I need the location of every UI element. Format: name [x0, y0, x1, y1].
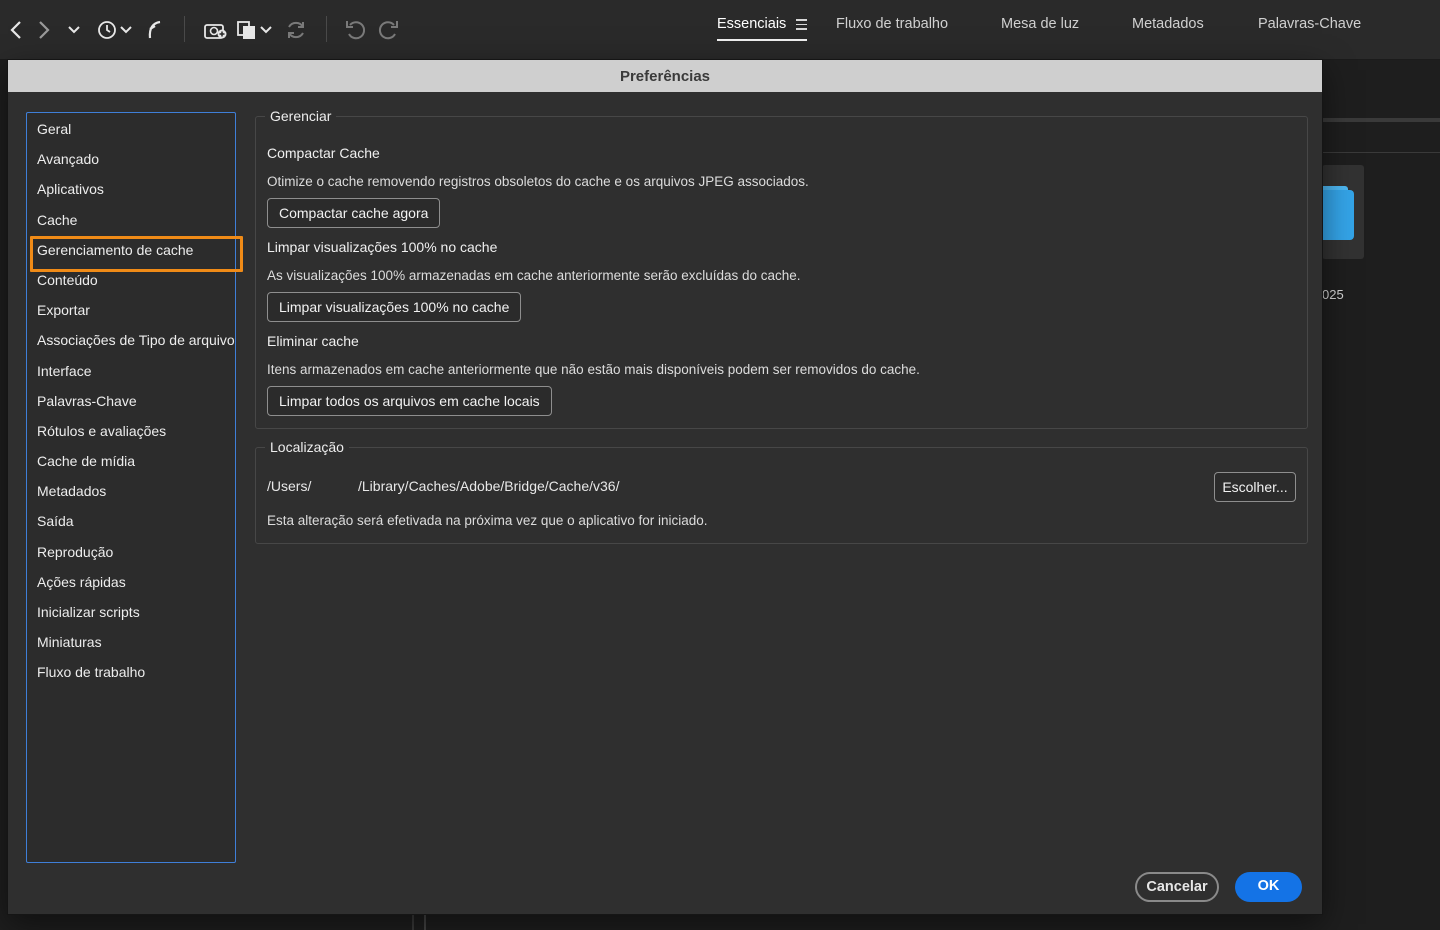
back-icon[interactable]: [6, 16, 26, 44]
redo-icon[interactable]: [376, 16, 400, 44]
category-item-thumbnails[interactable]: Miniaturas: [27, 627, 235, 657]
purge-cache-title: Eliminar cache: [267, 333, 359, 349]
cancel-button[interactable]: Cancelar: [1135, 872, 1219, 902]
background-panel-divider: [412, 914, 414, 930]
purge-local-cache-button[interactable]: Limpar todos os arquivos em cache locais: [267, 386, 552, 416]
purge-cache-description: Itens armazenados em cache anteriormente…: [267, 362, 920, 377]
chevron-down-icon[interactable]: [66, 16, 82, 44]
toolbar-divider: [184, 16, 185, 42]
category-item-cache-management[interactable]: Gerenciamento de cache: [27, 235, 243, 272]
undo-icon[interactable]: [344, 16, 368, 44]
background-panel-divider: [424, 914, 426, 930]
background-folder-icon: [1322, 190, 1354, 240]
workspace-menu-icon[interactable]: [796, 19, 807, 31]
toolbar-divider: [326, 16, 327, 42]
dialog-titlebar[interactable]: Preferências: [8, 60, 1322, 92]
compact-cache-title: Compactar Cache: [267, 145, 380, 161]
forward-icon[interactable]: [34, 16, 54, 44]
compact-cache-button[interactable]: Compactar cache agora: [267, 198, 441, 228]
manage-group-legend: Gerenciar: [265, 106, 337, 126]
category-item-file-type-associations[interactable]: Associações de Tipo de arquivo: [27, 325, 235, 355]
manage-group: Gerenciar Compactar Cache Otimize o cach…: [255, 106, 1308, 429]
recent-history-icon[interactable]: [95, 16, 135, 44]
category-item-media-cache[interactable]: Cache de mídia: [27, 446, 235, 476]
category-list: Geral Avançado Aplicativos Cache Gerenci…: [26, 112, 243, 863]
location-change-note: Esta alteração será efetivada na próxima…: [267, 513, 708, 528]
camera-import-icon[interactable]: [203, 16, 229, 44]
category-item-advanced[interactable]: Avançado: [27, 144, 235, 174]
background-folder-label: 025: [1322, 287, 1344, 302]
category-item-workflow[interactable]: Fluxo de trabalho: [27, 657, 235, 687]
cache-path: /Library/Caches/Adobe/Bridge/Cache/v36/: [358, 478, 620, 494]
active-workspace-underline: [717, 39, 807, 41]
location-group: Localização /Users/ /Library/Caches/Adob…: [255, 437, 1308, 544]
category-item-output[interactable]: Saída: [27, 506, 235, 536]
dialog-title: Preferências: [619, 67, 711, 85]
clear-100-previews-button[interactable]: Limpar visualizações 100% no cache: [267, 292, 522, 322]
category-item-metadata[interactable]: Metadados: [27, 476, 235, 506]
category-item-cache[interactable]: Cache: [27, 205, 235, 235]
boomerang-icon[interactable]: [145, 16, 165, 44]
workspace-tab-metadata[interactable]: Metadados: [1132, 16, 1204, 40]
app-toolbar: Essenciais Fluxo de trabalho Mesa de luz…: [0, 0, 1440, 60]
category-item-content[interactable]: Conteúdo: [27, 265, 235, 295]
ok-button[interactable]: OK: [1235, 872, 1302, 902]
category-item-keywords[interactable]: Palavras-Chave: [27, 386, 235, 416]
category-item-general[interactable]: Geral: [27, 114, 235, 144]
workspace-tab-keywords[interactable]: Palavras-Chave: [1258, 16, 1361, 40]
copy-icon[interactable]: [236, 16, 276, 44]
cache-path-prefix: /Users/: [267, 478, 312, 494]
category-item-export[interactable]: Exportar: [27, 295, 235, 325]
category-item-quick-actions[interactable]: Ações rápidas: [27, 567, 235, 597]
background-panel-divider: [1322, 152, 1440, 153]
category-item-startup-scripts[interactable]: Inicializar scripts: [27, 597, 235, 627]
category-item-playback[interactable]: Reprodução: [27, 537, 235, 567]
workspace-tab-essentials[interactable]: Essenciais: [717, 16, 786, 40]
category-item-labels-ratings[interactable]: Rótulos e avaliações: [27, 416, 235, 446]
compact-cache-description: Otimize o cache removendo registros obso…: [267, 174, 809, 189]
category-item-interface[interactable]: Interface: [27, 356, 235, 386]
category-item-applications[interactable]: Aplicativos: [27, 174, 235, 204]
clear-100-previews-title: Limpar visualizações 100% no cache: [267, 239, 498, 255]
workspace-tab-workflow[interactable]: Fluxo de trabalho: [836, 16, 948, 40]
choose-location-button[interactable]: Escolher...: [1214, 472, 1296, 502]
workspace-tab-light-table[interactable]: Mesa de luz: [1001, 16, 1079, 40]
location-group-legend: Localização: [265, 437, 349, 457]
background-panel-divider: [1322, 118, 1440, 122]
refresh-icon[interactable]: [285, 16, 307, 44]
preferences-dialog: Preferências Geral Avançado Aplicativos …: [8, 60, 1322, 914]
clear-100-previews-description: As visualizações 100% armazenadas em cac…: [267, 268, 801, 283]
